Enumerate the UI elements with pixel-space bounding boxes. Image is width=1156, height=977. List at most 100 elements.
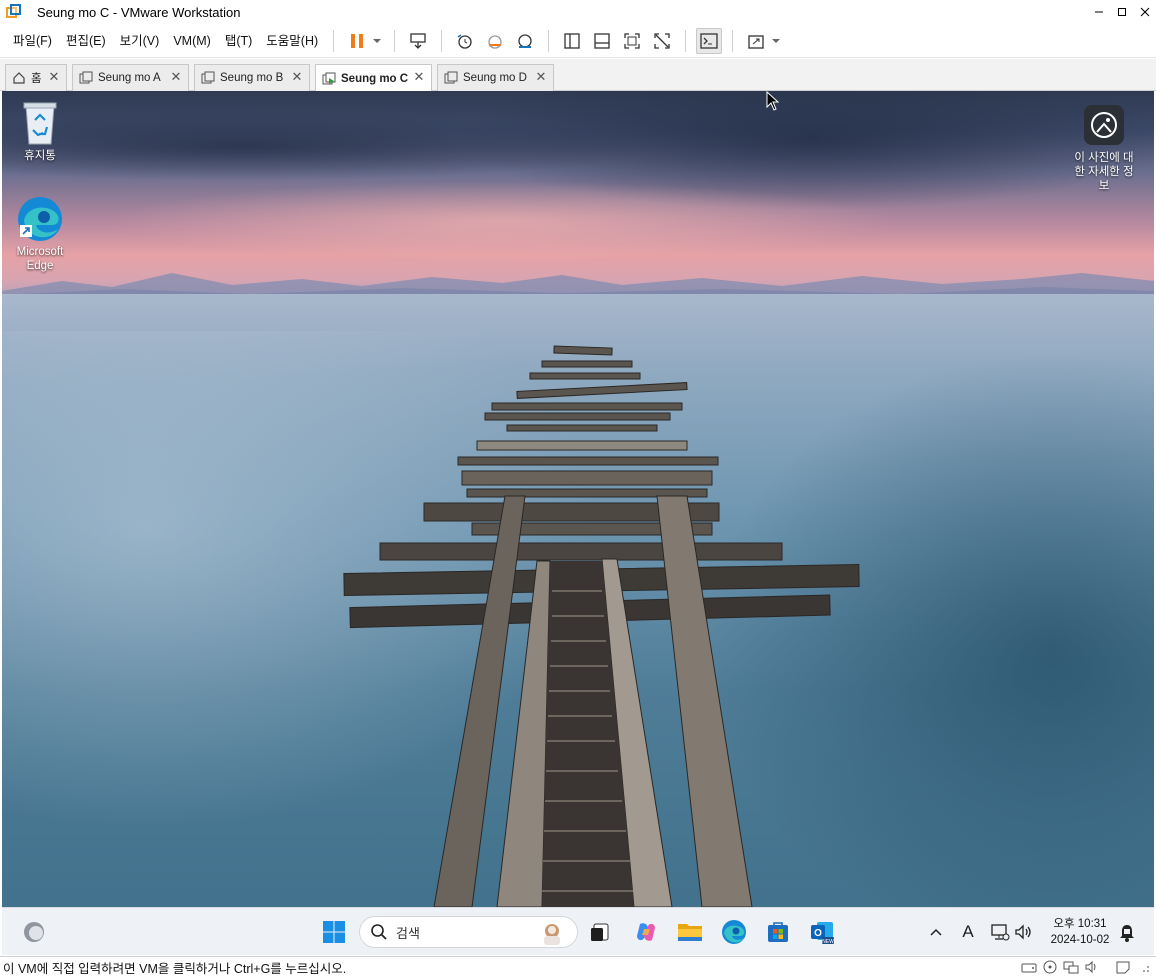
notifications-button[interactable]: [1116, 920, 1138, 944]
hard-disk-icon: [1021, 963, 1036, 973]
wallpaper-pier: [343, 345, 860, 907]
sound-card-status[interactable]: [1083, 959, 1100, 975]
tab-label: 홈: [31, 73, 42, 85]
file-explorer-button[interactable]: [673, 915, 707, 949]
stretch-button[interactable]: [743, 28, 769, 54]
widgets-icon: [24, 922, 44, 942]
stretch-dropdown-button[interactable]: [769, 28, 783, 54]
start-button[interactable]: [317, 915, 351, 949]
menu-edit[interactable]: 편집(E): [59, 30, 113, 52]
taskbar-clock[interactable]: 오후 10:31 2024-10-02: [1042, 916, 1118, 948]
device-status-icons: [1020, 959, 1152, 975]
status-bar: 이 VM에 직접 입력하려면 VM을 클릭하거나 Ctrl+G를 누르십시오.: [0, 956, 1156, 977]
cd-dvd-status[interactable]: [1041, 959, 1058, 975]
desktop-icon-label: 휴지통: [24, 150, 56, 162]
stretch-icon: [748, 34, 764, 49]
close-tab-icon[interactable]: ✕: [169, 70, 183, 84]
menu-vm[interactable]: VM(M): [166, 30, 218, 52]
window-controls: [1087, 0, 1156, 24]
copilot-button[interactable]: [629, 915, 663, 949]
taskbar-search[interactable]: 검색: [359, 916, 578, 948]
console-view-button[interactable]: [696, 27, 723, 54]
power-dropdown-button[interactable]: [370, 28, 384, 54]
store-button[interactable]: [761, 915, 795, 949]
snapshot-manager-button[interactable]: [512, 28, 538, 54]
tab-label: Seung mo D: [463, 72, 527, 84]
clock-date: 2024-10-02: [1050, 934, 1110, 946]
tab-seung-mo-a[interactable]: Seung mo A ✕: [72, 64, 189, 91]
close-button[interactable]: [1133, 0, 1156, 24]
desktop-icon-edge[interactable]: Microsoft Edge: [2, 195, 78, 273]
mouse-cursor: [766, 91, 780, 111]
desktop-icon-label: 이 사진에 대한 자세한 정보: [1074, 152, 1134, 192]
volume-button[interactable]: [1013, 920, 1035, 944]
message-log-button[interactable]: [1114, 959, 1131, 975]
store-icon: [768, 922, 788, 942]
copilot-icon: [637, 923, 655, 941]
search-icon: [371, 924, 387, 940]
send-ctrl-alt-del-button[interactable]: [405, 28, 431, 54]
minimize-button[interactable]: [1087, 0, 1110, 24]
full-screen-icon: [624, 32, 640, 49]
toolbar-separator: [394, 29, 396, 52]
tab-seung-mo-c[interactable]: Seung mo C ✕: [315, 64, 432, 92]
tab-label: Seung mo C: [341, 72, 409, 85]
tab-home[interactable]: 홈 ✕: [5, 64, 67, 91]
toolbar-separator: [548, 29, 550, 52]
vm-icon: [201, 71, 215, 85]
revert-snapshot-button[interactable]: [482, 28, 508, 54]
library-icon: [564, 32, 580, 49]
home-icon: [12, 71, 26, 85]
outlook-icon: ONEW: [811, 922, 834, 945]
message-icon: [1116, 961, 1129, 974]
tab-seung-mo-b[interactable]: Seung mo B ✕: [194, 64, 310, 91]
take-snapshot-button[interactable]: [452, 28, 478, 54]
close-tab-icon[interactable]: ✕: [412, 70, 426, 84]
show-hidden-icons-button[interactable]: [925, 920, 947, 944]
thumbnail-bar-button[interactable]: [589, 28, 615, 54]
input-indicator[interactable]: A: [957, 920, 979, 944]
pause-button[interactable]: [344, 28, 370, 54]
menu-tabs[interactable]: 탭(T): [218, 30, 259, 52]
vm-console[interactable]: 휴지통 Microsoft Edge 이 사진에 대한 자세한 정보 검색 O …: [2, 91, 1154, 955]
menu-toolbar: 파일(F) 편집(E) 보기(V) VM(M) 탭(T) 도움말(H): [0, 24, 1156, 58]
task-view-button[interactable]: [583, 915, 617, 949]
widgets-button[interactable]: [17, 915, 51, 949]
edge-taskbar-button[interactable]: [717, 915, 751, 949]
svg-text:O: O: [814, 928, 822, 939]
resize-grip[interactable]: [1135, 959, 1152, 975]
console-view-icon: [700, 32, 718, 49]
menu-view[interactable]: 보기(V): [113, 30, 167, 52]
desktop-icon-recycle-bin[interactable]: 휴지통: [2, 99, 78, 163]
outlook-button[interactable]: O NEW: [805, 915, 839, 949]
edge-icon: [722, 920, 746, 944]
cd-dvd-icon: [1043, 960, 1056, 974]
windows-taskbar: 검색 O NEW A 오후 10:31 2024-10-02: [2, 907, 1154, 955]
vmware-window: Seung mo C - VMware Workstation 파일(F) 편집…: [0, 0, 1156, 977]
hard-disk-status[interactable]: [1020, 959, 1037, 975]
full-screen-button[interactable]: [619, 28, 645, 54]
snapshot-icon: [457, 33, 472, 49]
tab-seung-mo-d[interactable]: Seung mo D ✕: [437, 64, 554, 91]
vm-icon: [444, 71, 458, 85]
status-message: 이 VM에 직접 입력하려면 VM을 클릭하거나 Ctrl+G를 누르십시오.: [3, 961, 347, 976]
notification-bell-icon: [1120, 925, 1134, 942]
resize-grip-icon: [1142, 966, 1149, 972]
network-button[interactable]: [989, 920, 1011, 944]
search-highlight-icon: [544, 924, 560, 945]
maximize-button[interactable]: [1110, 0, 1133, 24]
toolbar-separator: [732, 29, 734, 52]
snapshot-manager-icon: [518, 33, 532, 48]
unity-button[interactable]: [649, 28, 675, 54]
title-bar: Seung mo C - VMware Workstation: [0, 0, 1156, 24]
close-tab-icon[interactable]: ✕: [47, 70, 61, 84]
menu-help[interactable]: 도움말(H): [259, 30, 325, 52]
menu-file[interactable]: 파일(F): [6, 30, 59, 52]
tab-label: Seung mo A: [98, 72, 161, 84]
recycle-bin-icon: [16, 99, 64, 147]
network-adapter-status[interactable]: [1062, 959, 1079, 975]
desktop-icon-photo-info[interactable]: 이 사진에 대한 자세한 정보: [1066, 101, 1142, 193]
close-tab-icon[interactable]: ✕: [290, 70, 304, 84]
close-tab-icon[interactable]: ✕: [534, 70, 548, 84]
show-library-button[interactable]: [559, 28, 585, 54]
